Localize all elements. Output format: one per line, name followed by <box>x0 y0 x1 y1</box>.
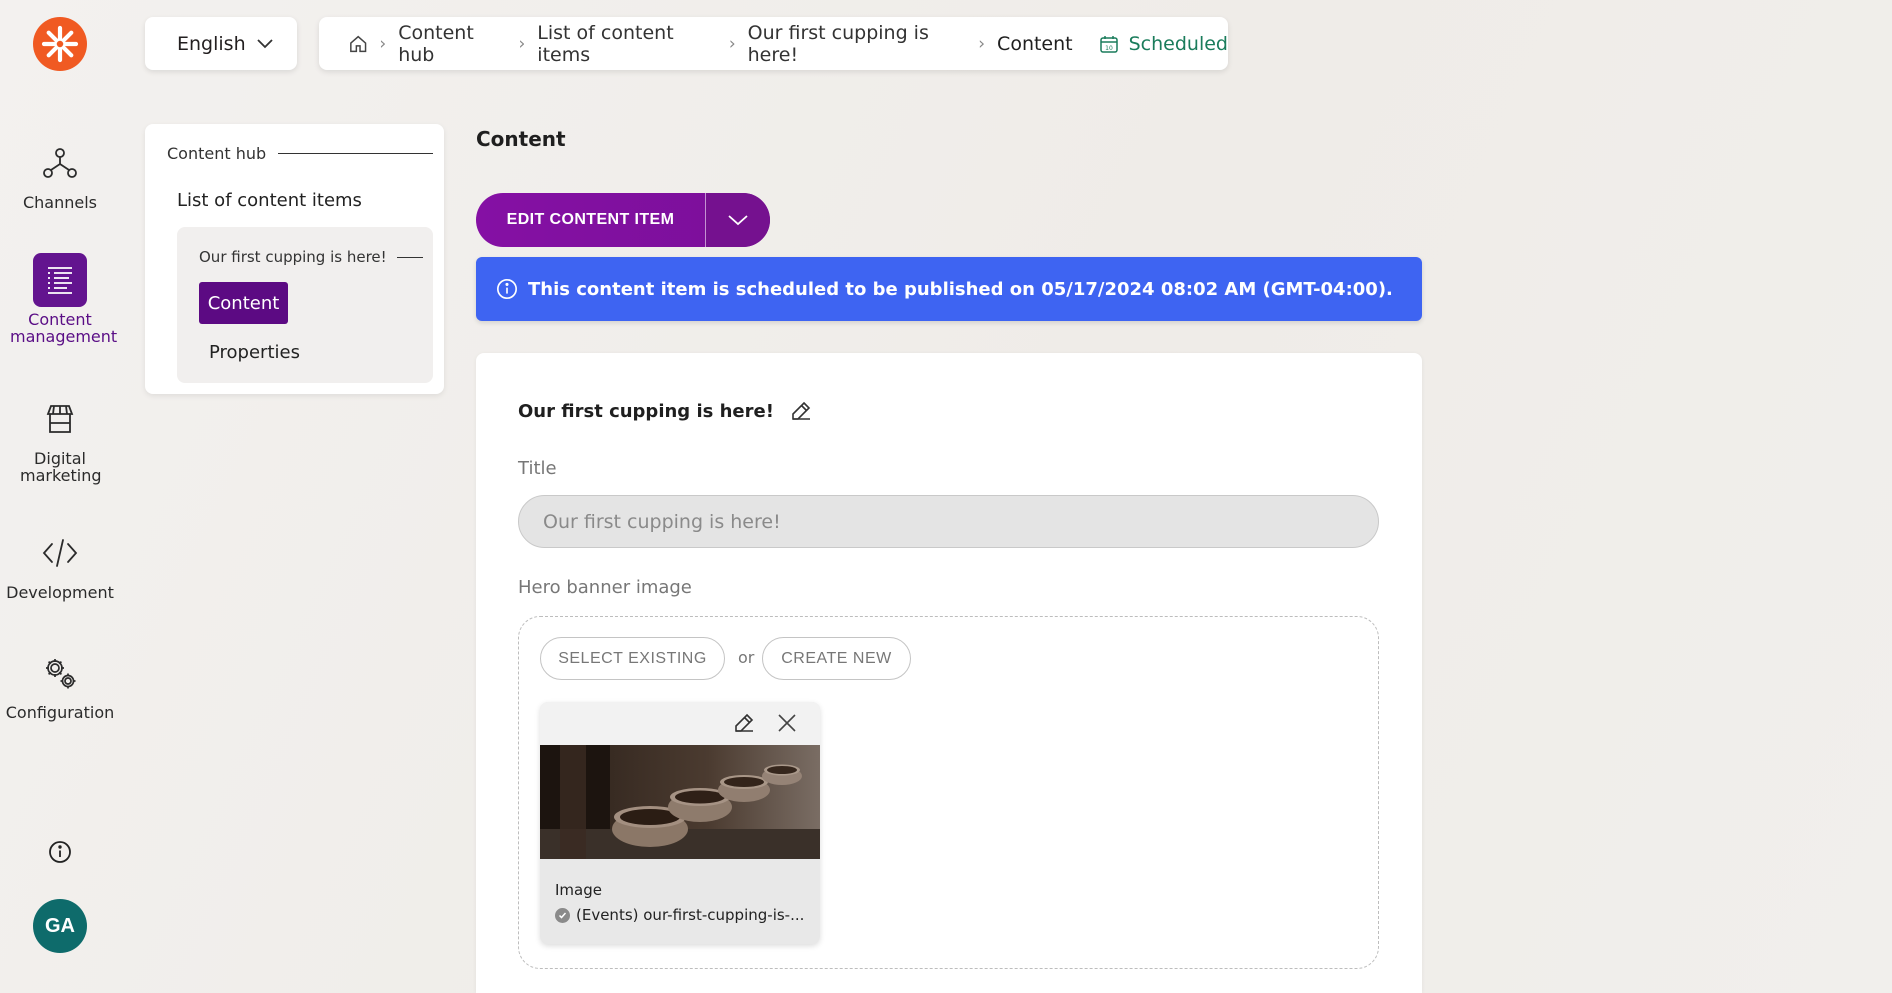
pencil-edit-icon[interactable] <box>733 712 755 734</box>
divider <box>278 153 434 154</box>
content-tree: Content hub List of content items Our fi… <box>145 124 444 394</box>
tree-item-list-of-content-items[interactable]: List of content items <box>177 190 362 211</box>
app-logo[interactable] <box>33 17 87 71</box>
edit-content-item-button[interactable]: EDIT CONTENT ITEM <box>476 193 705 247</box>
asset-name: (Events) our-first-cupping-is-... <box>555 906 804 924</box>
status-text: Scheduled <box>1128 32 1228 55</box>
home-icon[interactable] <box>349 34 367 54</box>
chevron-down-icon <box>256 39 273 49</box>
chevron-down-icon <box>728 215 748 226</box>
asterisk-logo-icon <box>41 25 79 63</box>
breadcrumb-content-hub[interactable]: Content hub <box>398 22 506 66</box>
info-icon <box>497 279 517 299</box>
info-icon <box>49 841 71 863</box>
code-icon <box>42 539 78 567</box>
user-avatar[interactable]: GA <box>33 899 87 953</box>
title-label: Title <box>518 458 557 479</box>
rail-label-content-management: Content management <box>10 310 118 346</box>
tree-subgroup: Our first cupping is here! Content Prope… <box>177 227 433 383</box>
create-new-button[interactable]: CREATE NEW <box>762 637 911 680</box>
or-separator: or <box>738 648 755 667</box>
content-form-card: Our first cupping is here! Title Hero ba… <box>476 353 1422 993</box>
rail-label-configuration: Configuration <box>5 703 115 722</box>
tree-hub-label: Content hub <box>167 144 267 163</box>
title-input[interactable] <box>518 495 1379 548</box>
rail-item-configuration[interactable]: Configuration <box>0 646 120 721</box>
breadcrumb-separator: › <box>518 33 526 54</box>
asset-toolbar <box>540 702 820 745</box>
divider <box>396 256 423 258</box>
breadcrumb-list-of-content-items[interactable]: List of content items <box>537 22 717 66</box>
breadcrumb-current: Content <box>997 32 1073 55</box>
rail-item-development[interactable]: Development <box>0 526 120 601</box>
asset-type-label: Image <box>555 881 602 899</box>
hero-image-selector: SELECT EXISTING or CREATE NEW Image (Eve… <box>518 616 1379 969</box>
hero-banner-image-label: Hero banner image <box>518 577 692 598</box>
language-selector[interactable]: English <box>145 17 297 70</box>
status-badge: 10 Scheduled <box>1099 33 1228 55</box>
breadcrumb: › Content hub › List of content items › … <box>319 17 1228 70</box>
page-title: Content <box>476 127 566 151</box>
breadcrumb-content-item[interactable]: Our first cupping is here! <box>748 22 967 66</box>
language-value: English <box>177 32 246 55</box>
calendar-icon: 10 <box>1099 35 1118 53</box>
rail-label-channels: Channels <box>22 193 98 212</box>
breadcrumb-separator: › <box>379 33 387 54</box>
content-item-name: Our first cupping is here! <box>518 400 812 422</box>
rail-item-digital-marketing[interactable]: Digital marketing <box>0 392 120 484</box>
rail-label-development: Development <box>6 583 114 602</box>
scheduled-info-banner: This content item is scheduled to be pub… <box>476 257 1422 321</box>
info-button[interactable] <box>46 838 74 866</box>
tree-item-label: Our first cupping is here! <box>199 248 387 266</box>
edit-options-dropdown-button[interactable] <box>706 193 770 247</box>
coffee-cups-thumbnail <box>540 745 820 859</box>
asset-name-text: (Events) our-first-cupping-is-... <box>576 906 805 924</box>
tree-hub-header: Content hub <box>167 144 434 163</box>
pencil-edit-icon[interactable] <box>790 400 812 422</box>
rail-item-channels[interactable]: Channels <box>0 136 120 211</box>
tree-item-content-item[interactable]: Our first cupping is here! <box>199 248 423 266</box>
content-management-icon <box>48 267 72 294</box>
left-rail: Channels Content management Digital mark… <box>0 0 120 993</box>
close-icon[interactable] <box>776 712 798 734</box>
tree-item-content[interactable]: Content <box>199 282 288 324</box>
gears-icon <box>46 659 76 689</box>
rail-item-content-management[interactable]: Content management <box>0 253 120 345</box>
rail-label-digital-marketing: Digital marketing <box>20 449 102 485</box>
banner-text: This content item is scheduled to be pub… <box>528 278 1393 300</box>
tree-item-properties[interactable]: Properties <box>209 342 300 363</box>
content-item-name-text: Our first cupping is here! <box>518 400 774 422</box>
selected-asset-tile[interactable]: Image (Events) our-first-cupping-is-... <box>540 702 820 944</box>
breadcrumb-separator: › <box>978 33 986 54</box>
channels-icon <box>43 148 77 178</box>
select-existing-button[interactable]: SELECT EXISTING <box>540 637 725 680</box>
breadcrumb-separator: › <box>728 33 736 54</box>
storefront-icon <box>46 405 74 433</box>
check-circle-icon <box>555 907 570 923</box>
svg-text:10: 10 <box>1105 45 1113 52</box>
edit-content-item-split-button: EDIT CONTENT ITEM <box>476 193 770 247</box>
